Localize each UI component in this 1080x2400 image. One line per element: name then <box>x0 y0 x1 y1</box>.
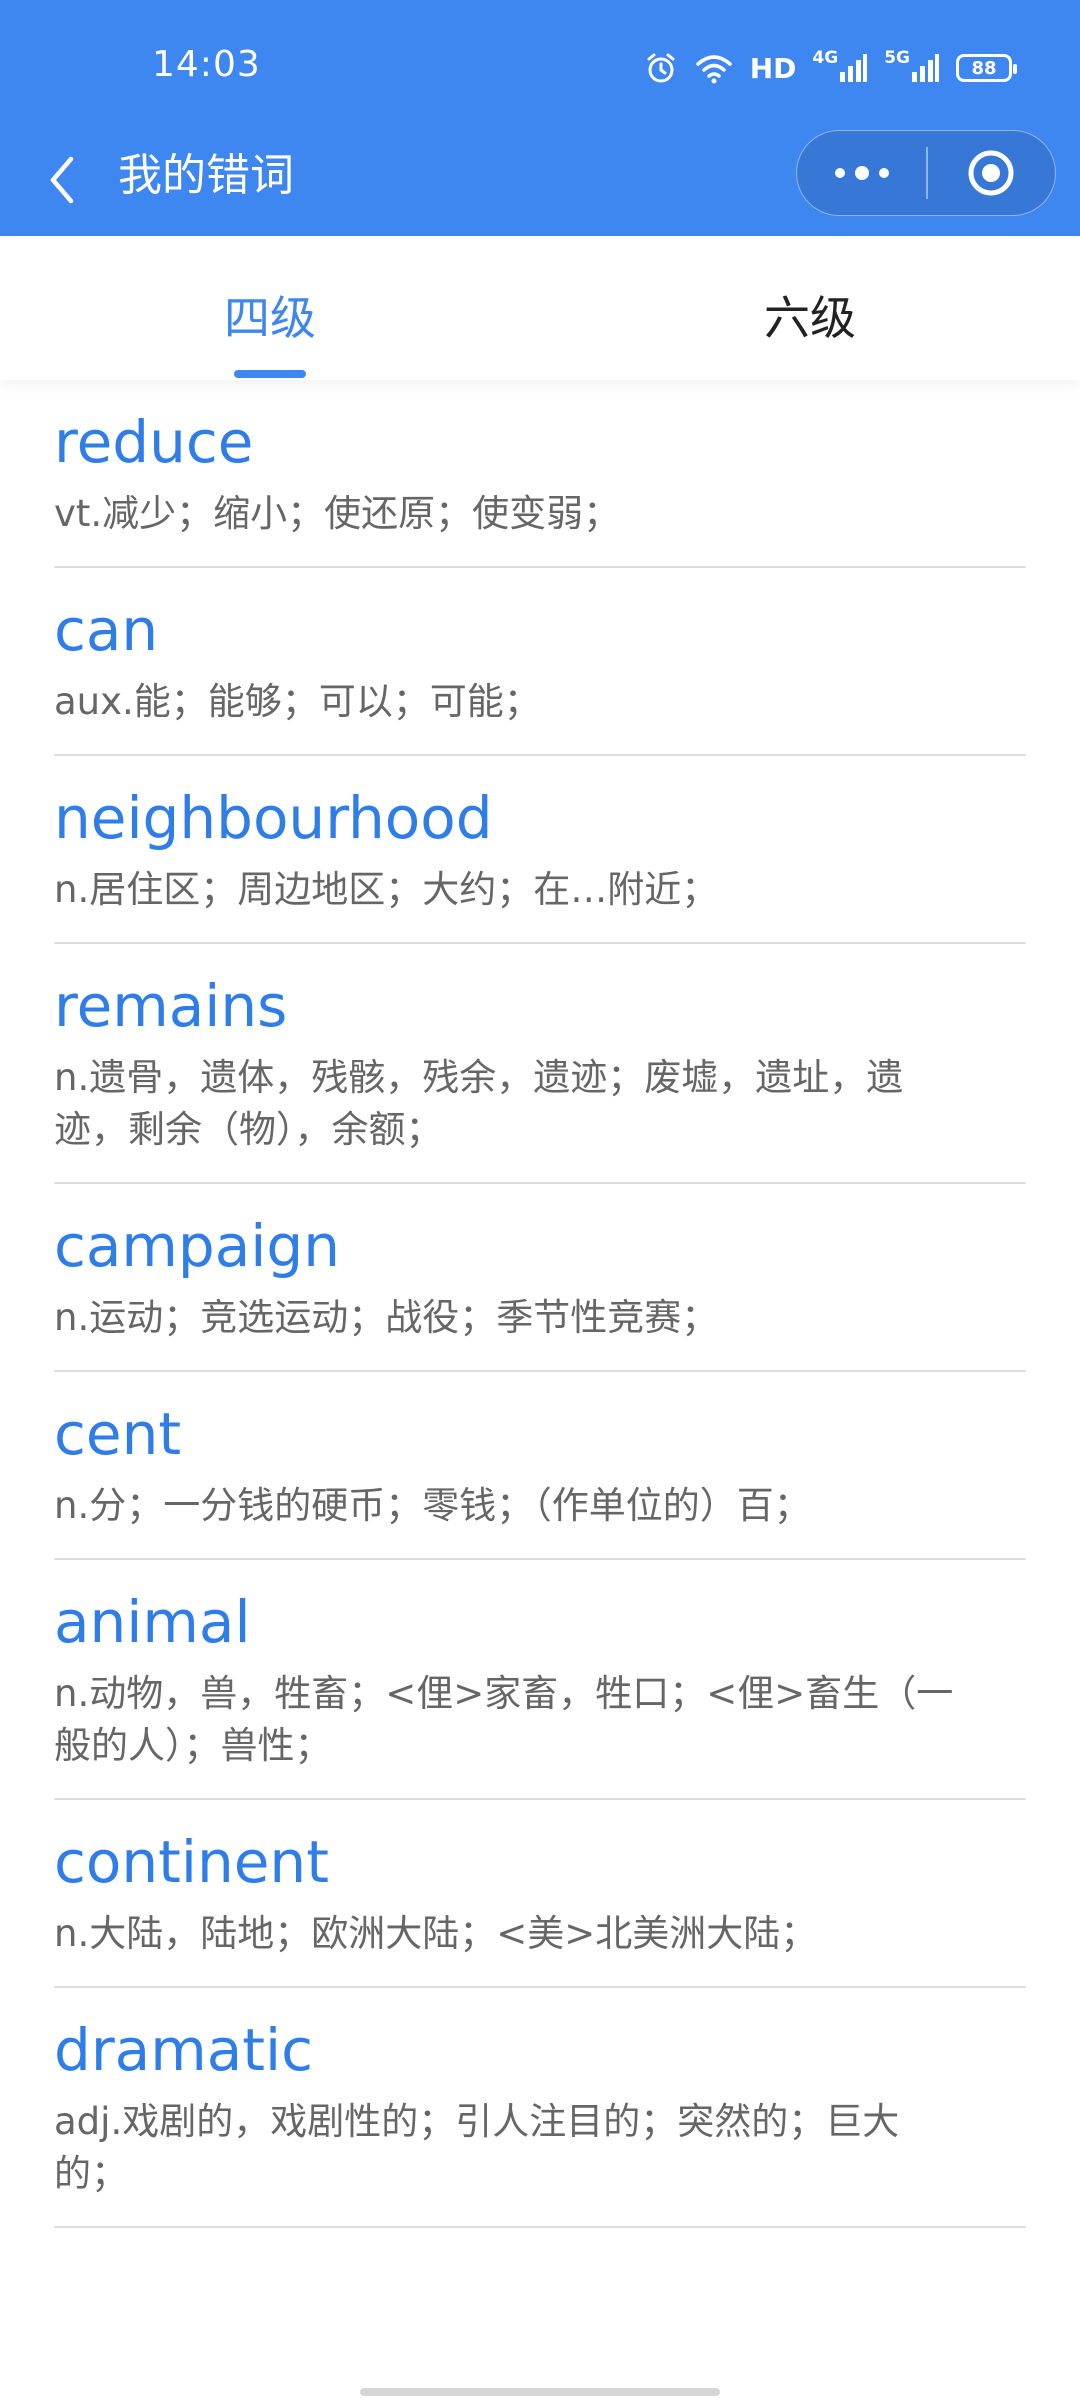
word-text: campaign <box>54 1212 340 1280</box>
word-meaning: n.分；一分钱的硬币；零钱；（作单位的）百； <box>54 1484 811 1527</box>
more-button[interactable] <box>797 131 926 215</box>
list-item[interactable]: animal n.动物，兽，牲畜；<俚>家畜，牲口；<俚>畜生（一般的人）；兽性… <box>54 1560 1026 1800</box>
battery-icon: 88 <box>956 54 1017 82</box>
more-dots-icon <box>834 166 889 180</box>
list-item[interactable]: continent n.大陆，陆地；欧洲大陆；<美>北美洲大陆； <box>54 1800 1026 1988</box>
alarm-icon <box>644 51 678 85</box>
tab-label: 四级 <box>224 291 316 345</box>
word-text: continent <box>54 1828 329 1896</box>
level-tabs: 四级 六级 <box>0 236 1080 380</box>
wrong-word-list[interactable]: reduce vt.减少；缩小；使还原；使变弱； can aux.能；能够；可以… <box>0 380 1080 2400</box>
list-item[interactable]: campaign n.运动；竞选运动；战役；季节性竞赛； <box>54 1184 1026 1372</box>
chevron-left-icon <box>50 156 74 204</box>
word-meaning: aux.能；能够；可以；可能； <box>54 680 541 723</box>
list-item[interactable]: reduce vt.减少；缩小；使还原；使变弱； <box>54 380 1026 568</box>
word-meaning: adj.戏剧的，戏剧性的；引人注目的；突然的；巨大的； <box>54 2100 900 2195</box>
status-icons: HD 4G 5G 88 <box>644 48 1017 88</box>
status-bar: 14:03 HD 4G 5G 88 <box>0 0 1080 130</box>
tab-cet6[interactable]: 六级 <box>660 236 960 380</box>
word-text: cent <box>54 1400 182 1468</box>
word-meaning: n.大陆，陆地；欧洲大陆；<美>北美洲大陆； <box>54 1912 818 1955</box>
word-meaning: vt.减少；缩小；使还原；使变弱； <box>54 492 621 535</box>
signal-4g-icon: 4G <box>812 48 868 84</box>
list-item[interactable]: neighbourhood n.居住区；周边地区；大约；在…附近； <box>54 756 1026 944</box>
list-item[interactable]: dramatic adj.戏剧的，戏剧性的；引人注目的；突然的；巨大的； <box>54 1988 1026 2228</box>
close-button[interactable] <box>928 131 1056 215</box>
tab-cet4[interactable]: 四级 <box>120 236 420 380</box>
status-time: 14:03 <box>152 44 261 85</box>
word-meaning: n.居住区；周边地区；大约；在…附近； <box>54 868 719 911</box>
tab-label: 六级 <box>764 291 856 345</box>
app-header: 14:03 HD 4G 5G 88 我的错词 <box>0 0 1080 236</box>
word-text: remains <box>54 972 288 1040</box>
word-meaning: n.动物，兽，牲畜；<俚>家畜，牲口；<俚>畜生（一般的人）；兽性； <box>54 1672 954 1767</box>
list-item[interactable]: can aux.能；能够；可以；可能； <box>54 568 1026 756</box>
tab-active-underline <box>234 370 306 378</box>
word-meaning: n.运动；竞选运动；战役；季节性竞赛； <box>54 1296 719 1339</box>
list-item[interactable]: cent n.分；一分钱的硬币；零钱；（作单位的）百； <box>54 1372 1026 1560</box>
signal-5g-icon: 5G <box>884 48 940 84</box>
word-text: dramatic <box>54 2016 313 2084</box>
wifi-icon <box>694 52 734 84</box>
target-icon <box>968 150 1014 196</box>
mini-program-capsule <box>796 130 1056 216</box>
page-title: 我的错词 <box>118 150 294 201</box>
nav-bar: 我的错词 <box>0 130 1080 236</box>
word-text: reduce <box>54 408 254 476</box>
back-button[interactable] <box>34 140 90 220</box>
battery-level: 88 <box>971 57 997 79</box>
list-item[interactable]: remains n.遗骨，遗体，残骸，残余，遗迹；废墟，遗址，遗迹，剩余（物），… <box>54 944 1026 1184</box>
home-indicator[interactable] <box>360 2388 720 2396</box>
hd-icon: HD <box>749 51 797 85</box>
word-text: can <box>54 596 159 664</box>
word-text: animal <box>54 1588 251 1656</box>
word-meaning: n.遗骨，遗体，残骸，残余，遗迹；废墟，遗址，遗迹，剩余（物），余额； <box>54 1056 904 1151</box>
word-text: neighbourhood <box>54 784 493 852</box>
